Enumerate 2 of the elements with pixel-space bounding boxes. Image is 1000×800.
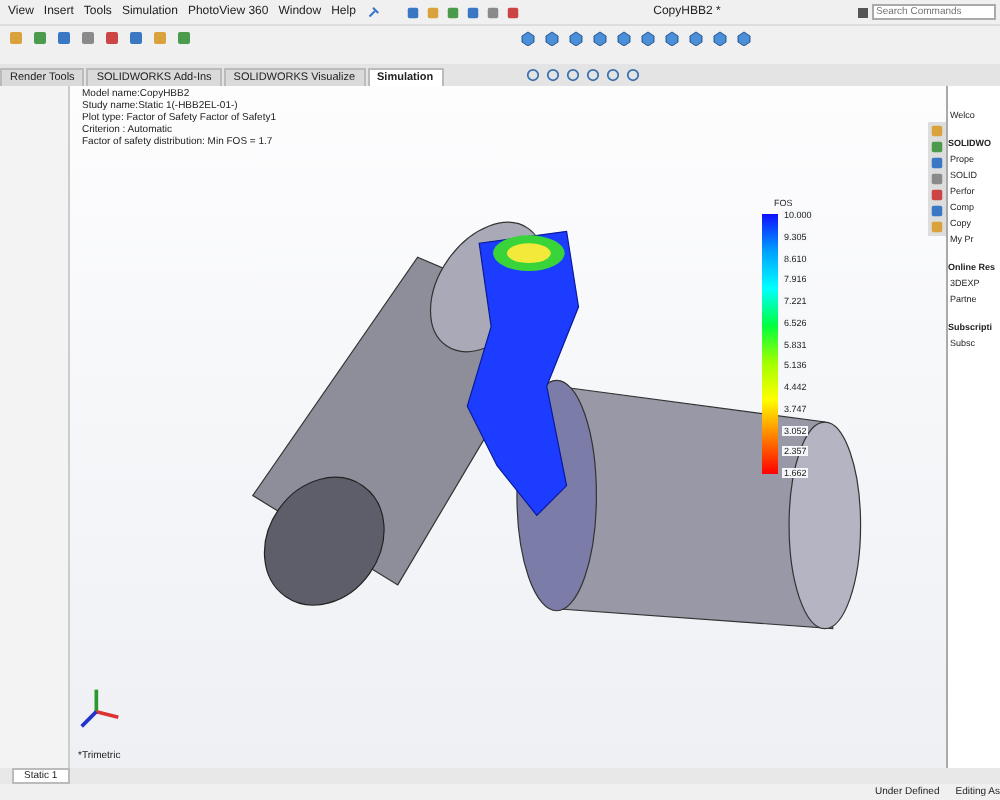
pin-icon[interactable] bbox=[365, 5, 380, 19]
axis-triad-icon bbox=[78, 686, 122, 730]
